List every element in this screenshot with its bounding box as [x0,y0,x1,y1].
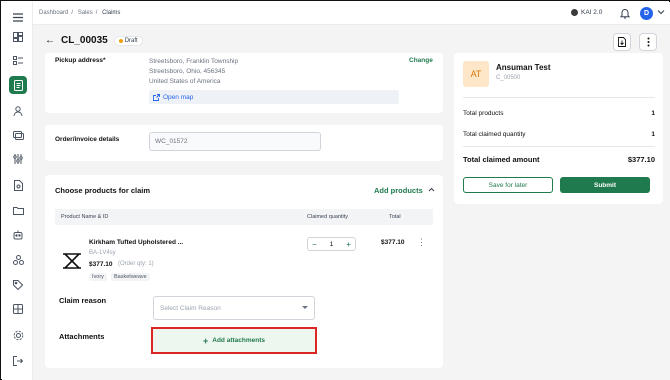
pickup-address-text: Streetsboro, Franklin Township Streetsbo… [149,57,238,87]
submit-button[interactable]: Submit [560,177,650,193]
decrement-button[interactable]: − [312,240,317,249]
menu-icon[interactable] [9,8,27,26]
quantity-stepper: − 1 + [307,237,356,251]
order-id-field[interactable]: WC_01572 [149,132,321,151]
bell-icon[interactable] [619,8,631,21]
sidebar-item-integrations[interactable] [9,251,27,269]
kai-logo-icon [571,9,578,16]
products-section-title: Choose products for claim [55,186,151,195]
product-sku: BA-1V4sy [89,250,116,256]
app-frame: Dashboard / Sales / Claims KAI 2.0 D ← CL_… [0,0,670,380]
product-order-qty: (Order qty: 1) [118,261,154,267]
status-dot-icon [118,38,123,43]
product-tag: Basketweave [111,273,150,281]
pickup-address-label: Pickup address* [55,57,106,64]
change-address-link[interactable]: Change [409,57,433,64]
sidebar-item-sales[interactable] [9,76,27,94]
products-card: Choose products for claim Add products P… [45,175,443,368]
column-header: Product Name & ID [61,214,109,220]
breadcrumb-dashboard[interactable]: Dashboard [39,10,68,16]
claim-summary-card: AT Ansuman Test C_00500 Total products 1… [454,53,663,204]
add-products-button[interactable]: Add products [374,186,435,195]
total-products-value: 1 [651,110,655,117]
kai-button[interactable]: KAI 2.0 [571,9,602,16]
product-name[interactable]: Kirkham Tufted Upholstered ... [89,239,183,246]
status-badge: Draft [113,35,143,46]
product-total: $377.10 [381,239,405,246]
pickup-address-card: Pickup address* Streetsboro, Franklin To… [45,53,443,113]
breadcrumb-claims: Claims [102,10,121,16]
column-header: Total [389,214,401,220]
total-claimed-amount-row: Total claimed amount $377.10 [463,155,655,164]
save-for-later-button[interactable]: Save for later [463,177,553,193]
sidebar-item-payments[interactable] [9,126,27,144]
total-products-row: Total products 1 [463,110,655,117]
back-arrow-icon[interactable]: ← [45,35,55,46]
more-options-button[interactable] [639,33,657,51]
gear-icon[interactable] [9,326,27,344]
product-image [61,250,83,272]
total-claimed-amount-label: Total claimed amount [463,155,540,164]
add-attachments-label: Add attachments [212,337,265,344]
total-products-label: Total products [463,110,504,117]
claim-reason-placeholder: Select Claim Reason [160,304,221,312]
claim-reason-select[interactable]: Select Claim Reason [153,296,315,320]
sidebar-item-customers[interactable] [9,102,27,120]
customer-name[interactable]: Ansuman Test [496,63,551,72]
chevron-down-icon[interactable] [657,8,665,18]
open-map-label: Open map [163,93,194,101]
kai-label: KAI 2.0 [581,9,603,16]
divider [463,97,655,98]
sidebar-item-grid[interactable] [9,300,27,318]
address-line: Streetsboro, Franklin Township [149,58,239,65]
main-content: ← CL_00035 Draft Pickup address* Streets… [33,25,670,380]
caret-down-icon [302,306,308,309]
product-tag: Ivory [89,273,107,281]
increment-button[interactable]: + [346,240,351,249]
open-map-button[interactable]: Open map [149,90,399,104]
order-details-label: Order/invoice details [55,136,120,143]
total-claimed-qty-value: 1 [651,131,655,138]
attachments-label: Attachments [59,332,105,341]
column-header: Claimed quantity [307,214,348,220]
quantity-value[interactable]: 1 [330,241,334,248]
chevron-up-icon [428,187,435,192]
total-claimed-qty-row: Total claimed quantity 1 [463,131,655,138]
customer-avatar: AT [463,61,489,87]
claim-reason-label: Claim reason [59,296,107,305]
sidebar-item-settings-sliders[interactable] [9,150,27,168]
sidebar-item-bot[interactable] [9,226,27,244]
external-link-icon [153,93,160,101]
sidebar-item-dashboard[interactable] [9,28,27,46]
products-table-header: Product Name & ID Claimed quantity Total [55,209,433,225]
total-claimed-amount-value: $377.10 [627,155,655,164]
sidebar-item-tags[interactable] [9,276,27,294]
breadcrumb: Dashboard / Sales / Claims [39,10,121,16]
row-more-icon[interactable]: ⋮ [417,237,426,248]
sidebar-item-documents[interactable] [9,176,27,194]
product-price: $377.10 [89,261,113,268]
divider [463,146,655,147]
address-line: United States of America [149,78,221,85]
download-button[interactable] [613,33,631,51]
top-bar: Dashboard / Sales / Claims KAI 2.0 D [33,2,670,25]
address-line: Streetsboro, Ohio, 456345 [149,68,226,75]
total-claimed-qty-label: Total claimed quantity [463,131,526,138]
avatar[interactable]: D [640,7,653,20]
order-details-card: Order/invoice details WC_01572 [45,125,443,161]
logout-icon[interactable] [9,352,27,370]
customer-id: C_00500 [496,75,521,81]
add-attachments-button[interactable]: + Add attachments [151,327,317,354]
plus-icon: + [203,335,209,346]
sidebar [2,2,33,380]
page-header: ← CL_00035 Draft [45,35,143,46]
sidebar-item-folder[interactable] [9,201,27,219]
page-title: CL_00035 [61,35,108,46]
sidebar-item-tasks[interactable] [9,52,27,70]
breadcrumb-sales[interactable]: Sales [78,10,93,16]
add-products-label: Add products [374,186,423,195]
status-label: Draft [124,37,138,44]
